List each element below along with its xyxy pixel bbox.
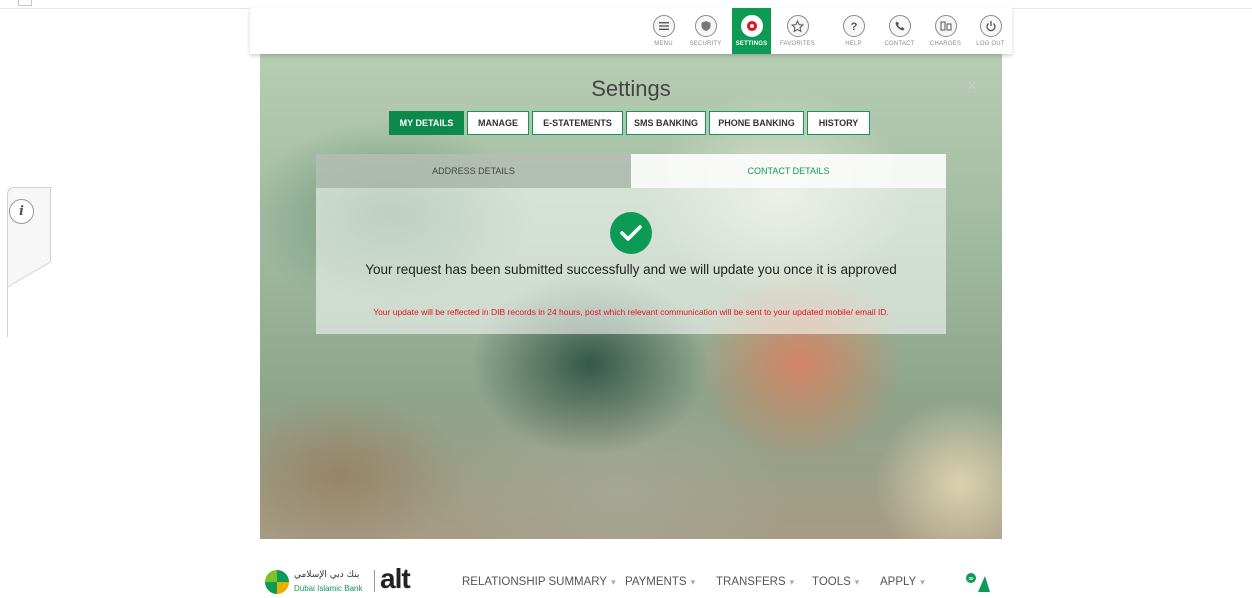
bank-logo-icon <box>265 570 289 594</box>
toolbar-help[interactable]: ? HELP <box>834 8 873 54</box>
svg-text:∞: ∞ <box>968 575 974 583</box>
toolbar-logout[interactable]: LOG OUT <box>971 8 1010 54</box>
toolbar-security[interactable]: SECURITY <box>686 8 725 54</box>
subtab-contact-details[interactable]: CONTACT DETAILS <box>631 154 946 188</box>
check-icon <box>610 212 652 254</box>
chevron-down-icon: ▾ <box>690 577 696 587</box>
nav-payments-label: PAYMENTS <box>625 576 687 588</box>
nav-payments[interactable]: PAYMENTS ▾ <box>625 576 695 588</box>
alt-logo[interactable]: alt <box>380 563 411 595</box>
settings-panel: × Settings MY DETAILS MANAGE E-STATEMENT… <box>260 54 1002 539</box>
chevron-down-icon: ▾ <box>789 577 795 587</box>
tab-e-statements[interactable]: E-STATEMENTS <box>532 111 623 135</box>
tab-phone-banking[interactable]: PHONE BANKING <box>709 111 804 135</box>
tab-my-details[interactable]: MY DETAILS <box>389 111 464 135</box>
phone-icon <box>888 15 911 37</box>
toolbar-settings[interactable]: SETTINGS <box>732 8 771 54</box>
update-note: Your update will be reflected in DIB rec… <box>373 307 889 317</box>
rewards-icon[interactable]: ∞ <box>963 570 991 594</box>
chevron-down-icon: ▾ <box>854 577 860 587</box>
chevron-down-icon: ▾ <box>920 577 925 587</box>
success-message: Your request has been submitted successf… <box>365 262 897 277</box>
menu-icon <box>652 15 675 37</box>
toolbar-charges-label: CHARGES <box>929 41 962 47</box>
toolbar-charges[interactable]: CHARGES <box>926 8 965 54</box>
nav-relationship-summary[interactable]: RELATIONSHIP SUMMARY ▾ <box>462 576 616 588</box>
toolbar-settings-label: SETTINGS <box>735 41 768 47</box>
toolbar-logout-label: LOG OUT <box>976 41 1005 47</box>
info-side-tab[interactable]: i <box>7 187 51 337</box>
nav-tools[interactable]: TOOLS ▾ <box>812 576 859 588</box>
top-toolbar: MENU SECURITY SETTINGS FAVORITES ? HELP … <box>250 8 1012 54</box>
tab-manage[interactable]: MANAGE <box>467 111 529 135</box>
nav-transfers[interactable]: TRANSFERS ▾ <box>716 576 794 588</box>
question-icon: ? <box>842 15 865 37</box>
bank-name-arabic: بنك دبي الإسلامي <box>294 570 360 580</box>
toolbar-menu-label: MENU <box>654 41 673 47</box>
logo-divider <box>374 570 375 592</box>
charges-icon <box>934 15 957 37</box>
contact-details-card: ADDRESS DETAILS CONTACT DETAILS Your req… <box>316 154 946 334</box>
toolbar-favorites-label: FAVORITES <box>779 41 816 47</box>
nav-apply-label: APPLY <box>880 576 917 588</box>
gear-icon <box>740 15 763 37</box>
nav-relationship-summary-label: RELATIONSHIP SUMMARY <box>462 576 608 588</box>
nav-transfers-label: TRANSFERS <box>716 576 786 588</box>
bottom-navigation: بنك دبي الإسلامي Dubai Islamic Bank alt … <box>0 562 1252 595</box>
toolbar-security-label: SECURITY <box>689 41 722 47</box>
power-icon <box>979 15 1002 37</box>
page-title: Settings <box>591 76 671 101</box>
nav-tools-label: TOOLS <box>812 576 851 588</box>
toolbar-contact-label: CONTACT <box>884 41 915 47</box>
info-icon[interactable]: i <box>9 199 34 224</box>
toolbar-contact[interactable]: CONTACT <box>880 8 919 54</box>
toolbar-help-label: HELP <box>845 41 862 47</box>
toolbar-menu[interactable]: MENU <box>644 8 683 54</box>
subtab-address-details[interactable]: ADDRESS DETAILS <box>316 154 631 188</box>
toolbar-favorites[interactable]: FAVORITES <box>778 8 817 54</box>
shield-icon <box>694 15 717 37</box>
tab-history[interactable]: HISTORY <box>807 111 870 135</box>
star-icon <box>786 15 809 37</box>
tab-sms-banking[interactable]: SMS BANKING <box>626 111 706 135</box>
chevron-down-icon: ▾ <box>611 577 616 587</box>
bank-name-english: Dubai Islamic Bank <box>294 584 363 593</box>
svg-text:?: ? <box>850 21 857 32</box>
window-corner-icon <box>18 0 32 6</box>
nav-apply[interactable]: APPLY ▾ <box>880 576 925 588</box>
settings-tabs: MY DETAILS MANAGE E-STATEMENTS SMS BANKI… <box>389 111 870 135</box>
